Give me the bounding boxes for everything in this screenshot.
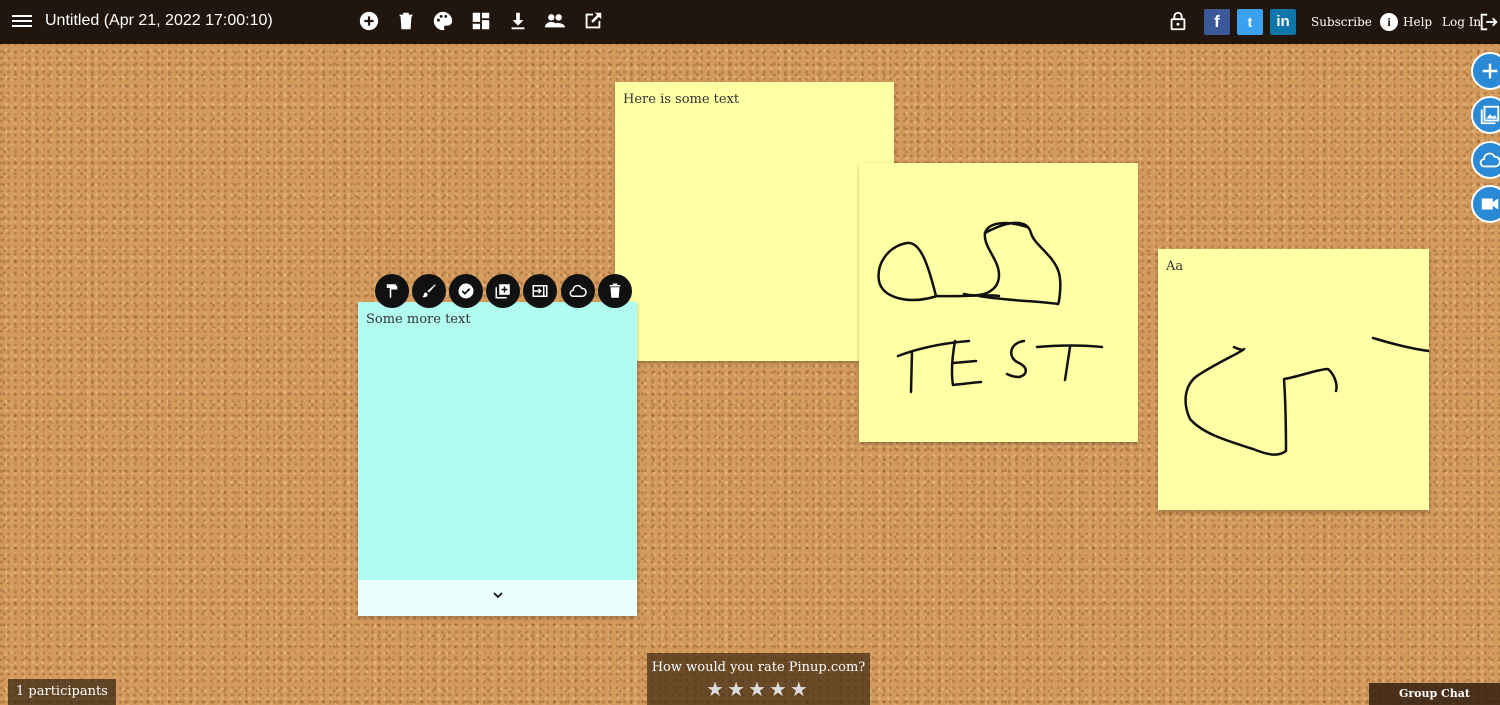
handwritten-drawing [1184,336,1429,456]
rating-widget: How would you rate Pinup.com? ★★★★★ [647,653,870,705]
duplicate-button[interactable] [486,274,520,308]
sticky-note[interactable]: Here is some text [615,82,894,361]
palette-icon[interactable] [432,10,454,32]
group-chat-button[interactable]: Group Chat [1369,683,1500,705]
sticky-note-drawing[interactable] [859,163,1138,442]
move-to-button[interactable] [523,274,557,308]
rating-question: How would you rate Pinup.com? [651,660,866,675]
delete-icon [609,283,621,298]
duplicate-icon [495,284,510,299]
linkedin-share-icon[interactable]: in [1270,9,1296,35]
facebook-share-icon[interactable]: f [1204,9,1230,35]
format-paint-icon [386,284,398,298]
board-title[interactable]: Untitled (Apr 21, 2022 17:00:10) [45,12,273,30]
sticky-note-active[interactable]: Some more text [358,302,637,616]
add-image-button[interactable] [1471,96,1500,134]
cloud-upload-button[interactable] [1471,141,1500,179]
rating-stars[interactable]: ★★★★★ [647,677,870,701]
cloud-save-button[interactable] [561,274,595,308]
help-link[interactable]: Help [1403,15,1432,29]
top-bar: Untitled (Apr 21, 2022 17:00:10) f t in … [0,0,1500,44]
external-edit-icon[interactable] [582,10,604,32]
layout-icon[interactable] [470,10,492,32]
format-paint-button[interactable] [375,274,409,308]
twitter-share-icon[interactable]: t [1237,9,1263,35]
login-link[interactable]: Log In [1442,15,1481,29]
cloud-icon [569,284,587,297]
note-expand-bar[interactable] [358,580,637,616]
cloud-icon [1479,152,1500,168]
brush-icon [422,284,436,298]
check-button[interactable] [449,274,483,308]
check-icon [458,283,474,299]
brush-button[interactable] [412,274,446,308]
image-icon [1480,105,1500,125]
note-text[interactable]: Here is some text [623,92,739,107]
add-circle-icon[interactable] [358,10,380,32]
help-icon[interactable]: i [1380,13,1398,31]
participants-count[interactable]: 1 participants [8,679,116,705]
subscribe-link[interactable]: Subscribe [1311,15,1372,29]
download-icon[interactable] [507,10,529,32]
note-text[interactable]: Some more text [366,312,471,327]
delete-note-button[interactable] [598,274,632,308]
add-note-button[interactable] [1471,52,1500,90]
lock-icon[interactable] [1167,10,1189,32]
chevron-down-icon [493,592,503,599]
handwritten-drawing [877,221,1104,394]
video-button[interactable] [1471,185,1500,223]
people-icon[interactable] [544,10,566,32]
plus-icon [1482,63,1498,79]
move-to-icon [532,285,548,297]
trash-icon[interactable] [395,10,417,32]
sticky-note[interactable]: Aa [1158,249,1429,510]
login-icon[interactable] [1478,11,1498,31]
hamburger-menu-icon[interactable] [12,12,32,30]
video-icon [1481,198,1499,210]
